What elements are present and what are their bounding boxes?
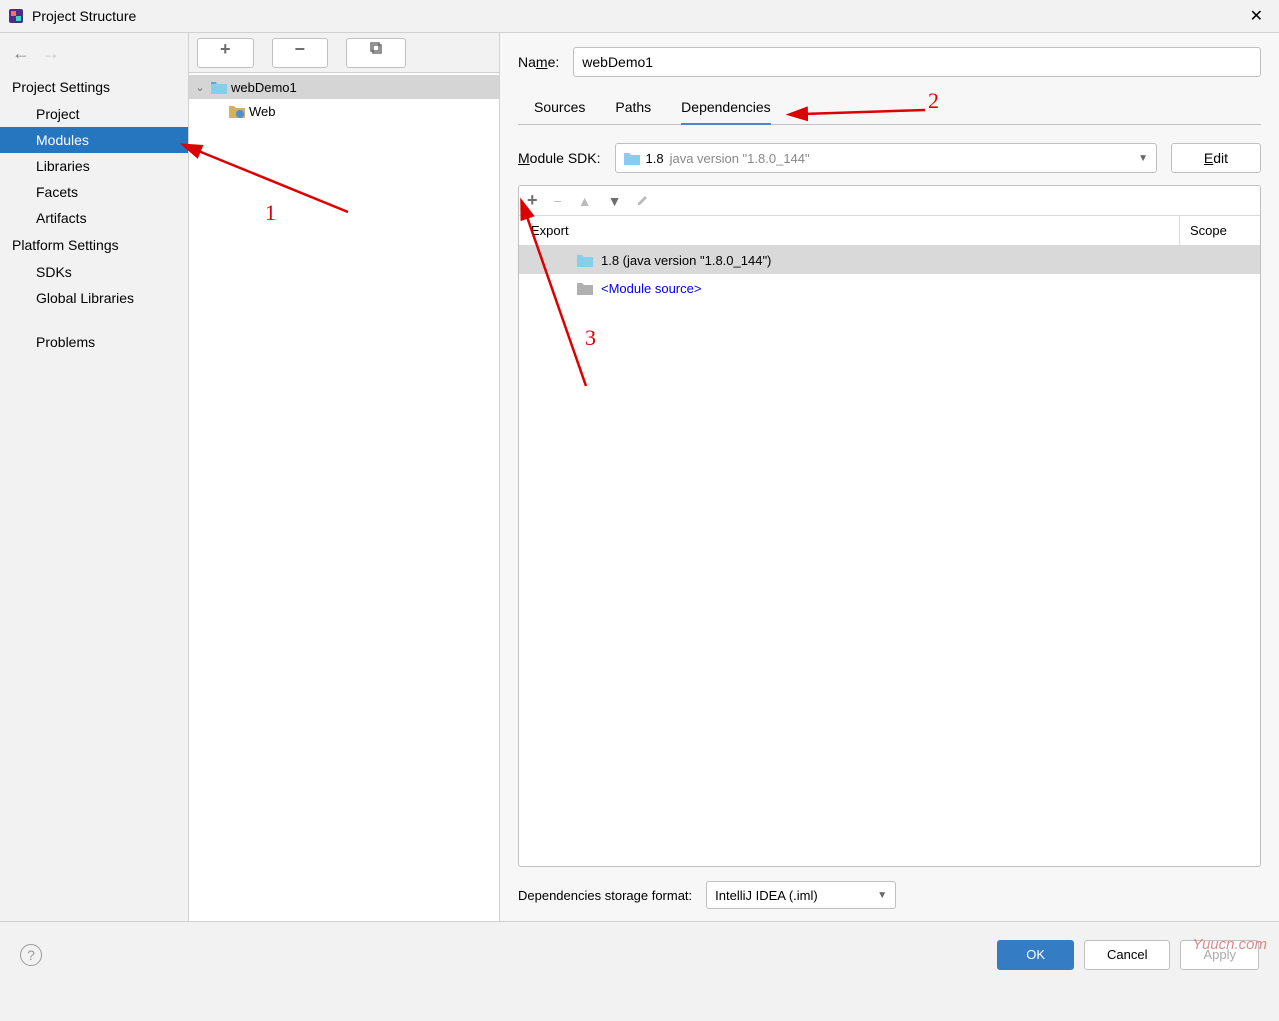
module-tree-panel: + − ⌄ webDemo1 Web — [189, 33, 500, 921]
col-scope[interactable]: Scope — [1180, 216, 1260, 245]
tree-body: ⌄ webDemo1 Web — [189, 73, 499, 921]
sidebar: ← → Project Settings Project Modules Lib… — [0, 33, 189, 921]
dropdown-caret-icon: ▼ — [1138, 153, 1148, 164]
forward-icon[interactable]: → — [42, 43, 60, 64]
help-icon[interactable]: ? — [20, 944, 42, 966]
detail-panel: Name: Sources Paths Dependencies Module … — [500, 33, 1279, 921]
tree-row-web[interactable]: Web — [189, 99, 499, 123]
dep-label-jdk: 1.8 (java version "1.8.0_144") — [601, 253, 771, 268]
name-row: Name: — [518, 47, 1261, 77]
remove-dependency-icon: − — [554, 193, 562, 209]
tree-label-root: webDemo1 — [231, 80, 297, 95]
footer: ? OK Cancel Apply — [0, 921, 1279, 987]
titlebar: Project Structure ✕ — [0, 0, 1279, 33]
edit-button[interactable]: Edit — [1171, 143, 1261, 173]
annotation-label-2: 2 — [928, 88, 939, 114]
tab-paths[interactable]: Paths — [615, 91, 651, 124]
tree-row-webdemo1[interactable]: ⌄ webDemo1 — [189, 75, 499, 99]
section-project-settings: Project Settings — [0, 73, 188, 101]
tree-label-web: Web — [249, 104, 276, 119]
web-folder-icon — [229, 104, 245, 118]
storage-value: IntelliJ IDEA (.iml) — [715, 888, 818, 903]
move-down-icon[interactable]: ▼ — [608, 193, 622, 209]
sdk-value: 1.8 — [646, 151, 664, 166]
name-label: Name: — [518, 54, 559, 70]
storage-caret-icon: ▼ — [877, 890, 887, 901]
close-icon[interactable]: ✕ — [1242, 6, 1271, 26]
remove-module-icon[interactable]: − — [272, 38, 329, 68]
col-export[interactable]: Export — [519, 216, 1180, 245]
source-folder-icon — [577, 281, 593, 295]
dep-row-module-source[interactable]: <Module source> — [519, 274, 1260, 302]
storage-row: Dependencies storage format: IntelliJ ID… — [518, 867, 1261, 913]
ok-button[interactable]: OK — [997, 940, 1074, 970]
sidebar-item-artifacts[interactable]: Artifacts — [0, 205, 188, 231]
edit-dependency-icon — [637, 193, 649, 209]
storage-select[interactable]: IntelliJ IDEA (.iml) ▼ — [706, 881, 896, 909]
sidebar-item-project[interactable]: Project — [0, 101, 188, 127]
tabs: Sources Paths Dependencies — [518, 91, 1261, 125]
cancel-button[interactable]: Cancel — [1084, 940, 1170, 970]
jdk-folder-icon — [624, 151, 640, 165]
dependencies-box: + − ▲ ▼ Export Scope 1.8 (java version "… — [518, 185, 1261, 867]
window-title: Project Structure — [32, 8, 136, 24]
annotation-label-1: 1 — [265, 200, 276, 226]
storage-label: Dependencies storage format: — [518, 888, 692, 903]
chevron-down-icon[interactable]: ⌄ — [193, 81, 207, 94]
tab-dependencies[interactable]: Dependencies — [681, 91, 771, 125]
add-module-icon[interactable]: + — [197, 38, 254, 68]
jdk-dep-icon — [577, 253, 593, 267]
back-icon[interactable]: ← — [12, 43, 30, 64]
dep-label-source: <Module source> — [601, 281, 701, 296]
sdk-desc: java version "1.8.0_144" — [670, 151, 810, 166]
section-platform-settings: Platform Settings — [0, 231, 188, 259]
tab-sources[interactable]: Sources — [534, 91, 585, 124]
nav-arrows: ← → — [0, 33, 188, 73]
sdk-select[interactable]: 1.8 java version "1.8.0_144" ▼ — [615, 143, 1158, 173]
name-input[interactable] — [573, 47, 1261, 77]
tree-toolbar: + − — [189, 33, 499, 73]
dep-toolbar: + − ▲ ▼ — [519, 186, 1260, 216]
main-area: ← → Project Settings Project Modules Lib… — [0, 33, 1279, 921]
dep-header: Export Scope — [519, 216, 1260, 246]
move-up-icon: ▲ — [578, 193, 592, 209]
sidebar-item-libraries[interactable]: Libraries — [0, 153, 188, 179]
module-folder-icon — [211, 80, 227, 94]
annotation-label-3: 3 — [585, 325, 596, 351]
dep-row-jdk[interactable]: 1.8 (java version "1.8.0_144") — [519, 246, 1260, 274]
sidebar-item-sdks[interactable]: SDKs — [0, 259, 188, 285]
sidebar-item-global-libraries[interactable]: Global Libraries — [0, 285, 188, 311]
app-icon — [8, 8, 24, 24]
sidebar-item-problems[interactable]: Problems — [0, 329, 188, 355]
add-dependency-icon[interactable]: + — [527, 190, 538, 211]
sidebar-item-modules[interactable]: Modules — [0, 127, 188, 153]
watermark: Yuucn.com — [1193, 936, 1267, 953]
sidebar-item-facets[interactable]: Facets — [0, 179, 188, 205]
sdk-row: Module SDK: 1.8 java version "1.8.0_144"… — [518, 143, 1261, 173]
copy-module-icon[interactable] — [346, 38, 406, 68]
sdk-label: Module SDK: — [518, 150, 601, 166]
